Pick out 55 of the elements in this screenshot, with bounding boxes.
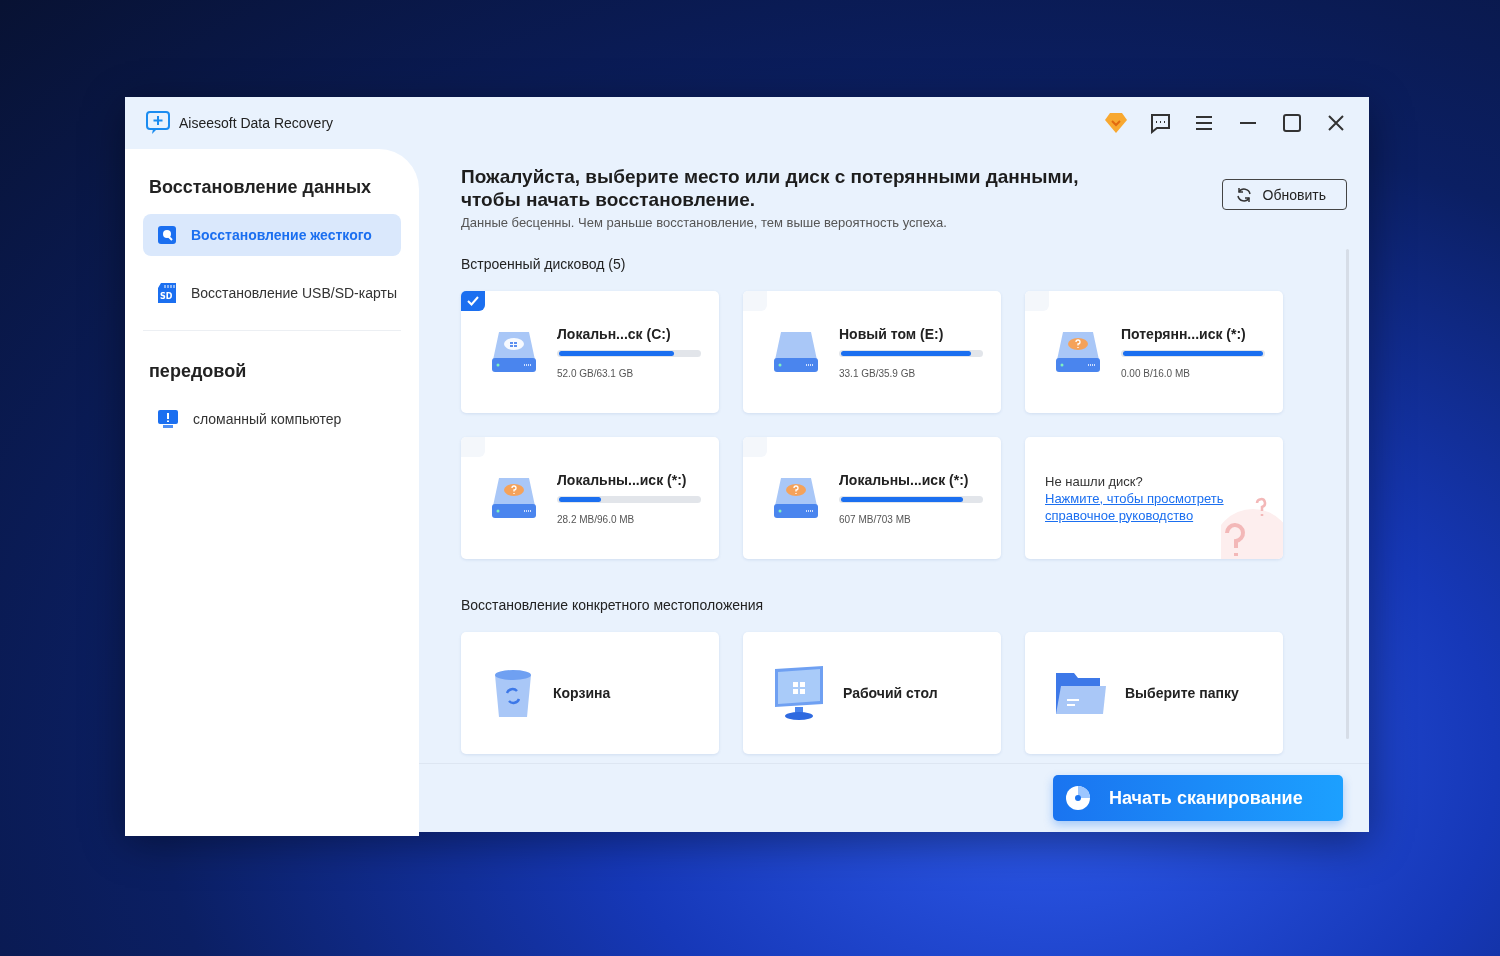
drive-name: Новый том (E:): [839, 325, 945, 342]
location-label: Рабочий стол: [843, 685, 938, 701]
location-card[interactable]: Выберите папку: [1025, 632, 1283, 754]
drive-card[interactable]: Локальны...иск (*:) 28.2 MB/96.0 MB: [461, 437, 719, 559]
checkbox[interactable]: [743, 291, 767, 311]
unknown-drive-icon: [1055, 330, 1101, 374]
drive-card[interactable]: Локальн...ск (C:) 52.0 GB/63.1 GB: [461, 291, 719, 413]
page-subtitle: Данные бесценны. Чем раньше восстановление, тем выше вероятность успеха.: [461, 215, 948, 230]
scan-disc-icon: [1065, 785, 1091, 811]
desktop-monitor-icon: [773, 665, 825, 721]
drive-usage: 0.00 B/16.0 MB: [1121, 367, 1191, 379]
drive-name: Локальн...ск (C:): [557, 325, 672, 342]
page-heading: Пожалуйста, выберите место или диск с потерянными данными, чтобы начать восстановление.: [461, 165, 1080, 211]
drive-usage: 607 MB/703 MB: [839, 513, 912, 525]
unknown-drive-icon: [773, 476, 819, 520]
refresh-button[interactable]: Обновить: [1221, 179, 1347, 210]
drive-name: Локальны...иск (*:): [557, 471, 688, 488]
help-guide-link[interactable]: Нажмите, чтобы просмотреть справочное руководство: [1045, 489, 1263, 524]
question-marks-drawing: [1221, 497, 1283, 559]
location-card[interactable]: Рабочий стол: [743, 632, 1001, 754]
sidebar-heading: Восстановление данных: [148, 176, 373, 199]
start-scan-button[interactable]: Начать сканирование: [1053, 775, 1343, 821]
drive-usage: 52.0 GB/63.1 GB: [557, 367, 635, 379]
section-title: Встроенный дисковод (5): [461, 256, 627, 272]
monitor-alert-icon: [157, 409, 179, 429]
window-title: Aiseesoft Data Recovery: [179, 115, 335, 131]
drive-card[interactable]: Локальны...иск (*:) 607 MB/703 MB: [743, 437, 1001, 559]
checkbox[interactable]: [1025, 291, 1049, 311]
sd-card-icon: SD: [157, 282, 177, 304]
drive-card[interactable]: Потерянн...иск (*:) 0.00 B/16.0 MB: [1025, 291, 1283, 413]
drive-name: Потерянн...иск (*:): [1121, 325, 1247, 342]
sidebar-item[interactable]: Восстановление жесткого: [143, 214, 401, 256]
sidebar-heading: передовой: [148, 360, 248, 383]
checkmark-icon: [467, 296, 479, 306]
windows-drive-icon: [491, 330, 537, 374]
checkbox[interactable]: [461, 291, 485, 311]
location-label: Выберите папку: [1125, 685, 1239, 701]
unknown-drive-icon: [491, 476, 537, 520]
location-card[interactable]: Корзина: [461, 632, 719, 754]
app-logo-icon: [145, 110, 171, 136]
drive-usage: 28.2 MB/96.0 MB: [557, 513, 636, 525]
sidebar-item[interactable]: сломанный компьютер: [143, 398, 401, 440]
checkbox[interactable]: [743, 437, 767, 457]
drive-icon: [773, 330, 819, 374]
drive-name: Локальны...иск (*:): [839, 471, 970, 488]
refresh-icon: [1234, 186, 1253, 203]
help-text: Не нашли диск?: [1045, 473, 1143, 489]
disk-search-icon: [157, 225, 177, 245]
drive-usage: 33.1 GB/35.9 GB: [839, 367, 917, 379]
checkbox[interactable]: [461, 437, 485, 457]
location-label: Корзина: [553, 685, 611, 701]
folder-icon: [1055, 670, 1107, 716]
section-title: Восстановление конкретного местоположения: [461, 597, 765, 613]
sidebar-item[interactable]: SD Восстановление USB/SD-карты: [143, 272, 401, 314]
drive-card[interactable]: Новый том (E:) 33.1 GB/35.9 GB: [743, 291, 1001, 413]
